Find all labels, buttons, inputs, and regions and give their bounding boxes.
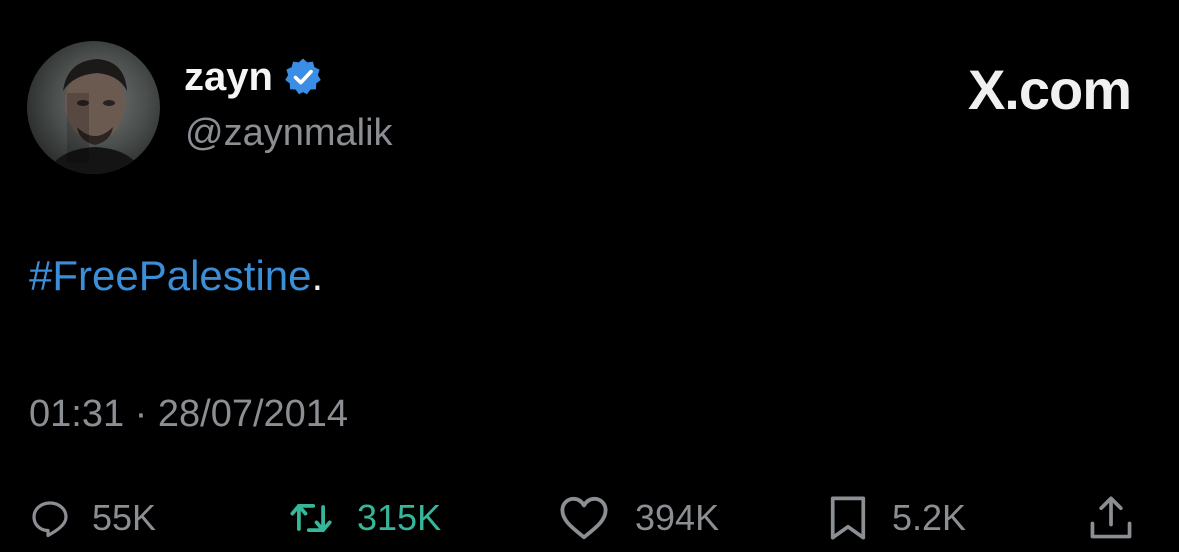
brand-watermark: X.com [967, 58, 1132, 121]
retweet-count: 315K [357, 497, 442, 538]
heart-icon [560, 496, 608, 540]
action-bar: 55K 315K 394K 5.2K [0, 488, 1179, 548]
retweet-button[interactable]: 315K [287, 488, 441, 548]
share-button[interactable] [1087, 488, 1135, 548]
bookmark-icon [830, 496, 866, 540]
reply-count: 55K [92, 497, 157, 538]
tweet-text: #FreePalestine. [29, 251, 323, 301]
bookmark-count: 5.2K [892, 497, 967, 538]
author-name-row[interactable]: zayn [184, 54, 323, 100]
verified-badge-icon [283, 57, 323, 97]
tweet-trailing-text: . [311, 252, 324, 299]
reply-icon [32, 501, 68, 538]
bookmark-button[interactable]: 5.2K [826, 488, 966, 548]
like-button[interactable]: 394K [555, 488, 719, 548]
display-name[interactable]: zayn [184, 54, 273, 100]
retweet-icon [290, 504, 332, 532]
like-count: 394K [635, 497, 720, 538]
profile-photo-icon [47, 59, 143, 174]
author-handle[interactable]: @zaynmalik [185, 110, 393, 156]
avatar[interactable] [27, 41, 160, 174]
share-icon [1090, 496, 1132, 539]
tweet-timestamp[interactable]: 01:31 · 28/07/2014 [29, 390, 348, 438]
reply-button[interactable]: 55K [30, 488, 156, 548]
hashtag-link[interactable]: #FreePalestine [29, 252, 312, 299]
brand-label: X.com [967, 58, 1132, 121]
